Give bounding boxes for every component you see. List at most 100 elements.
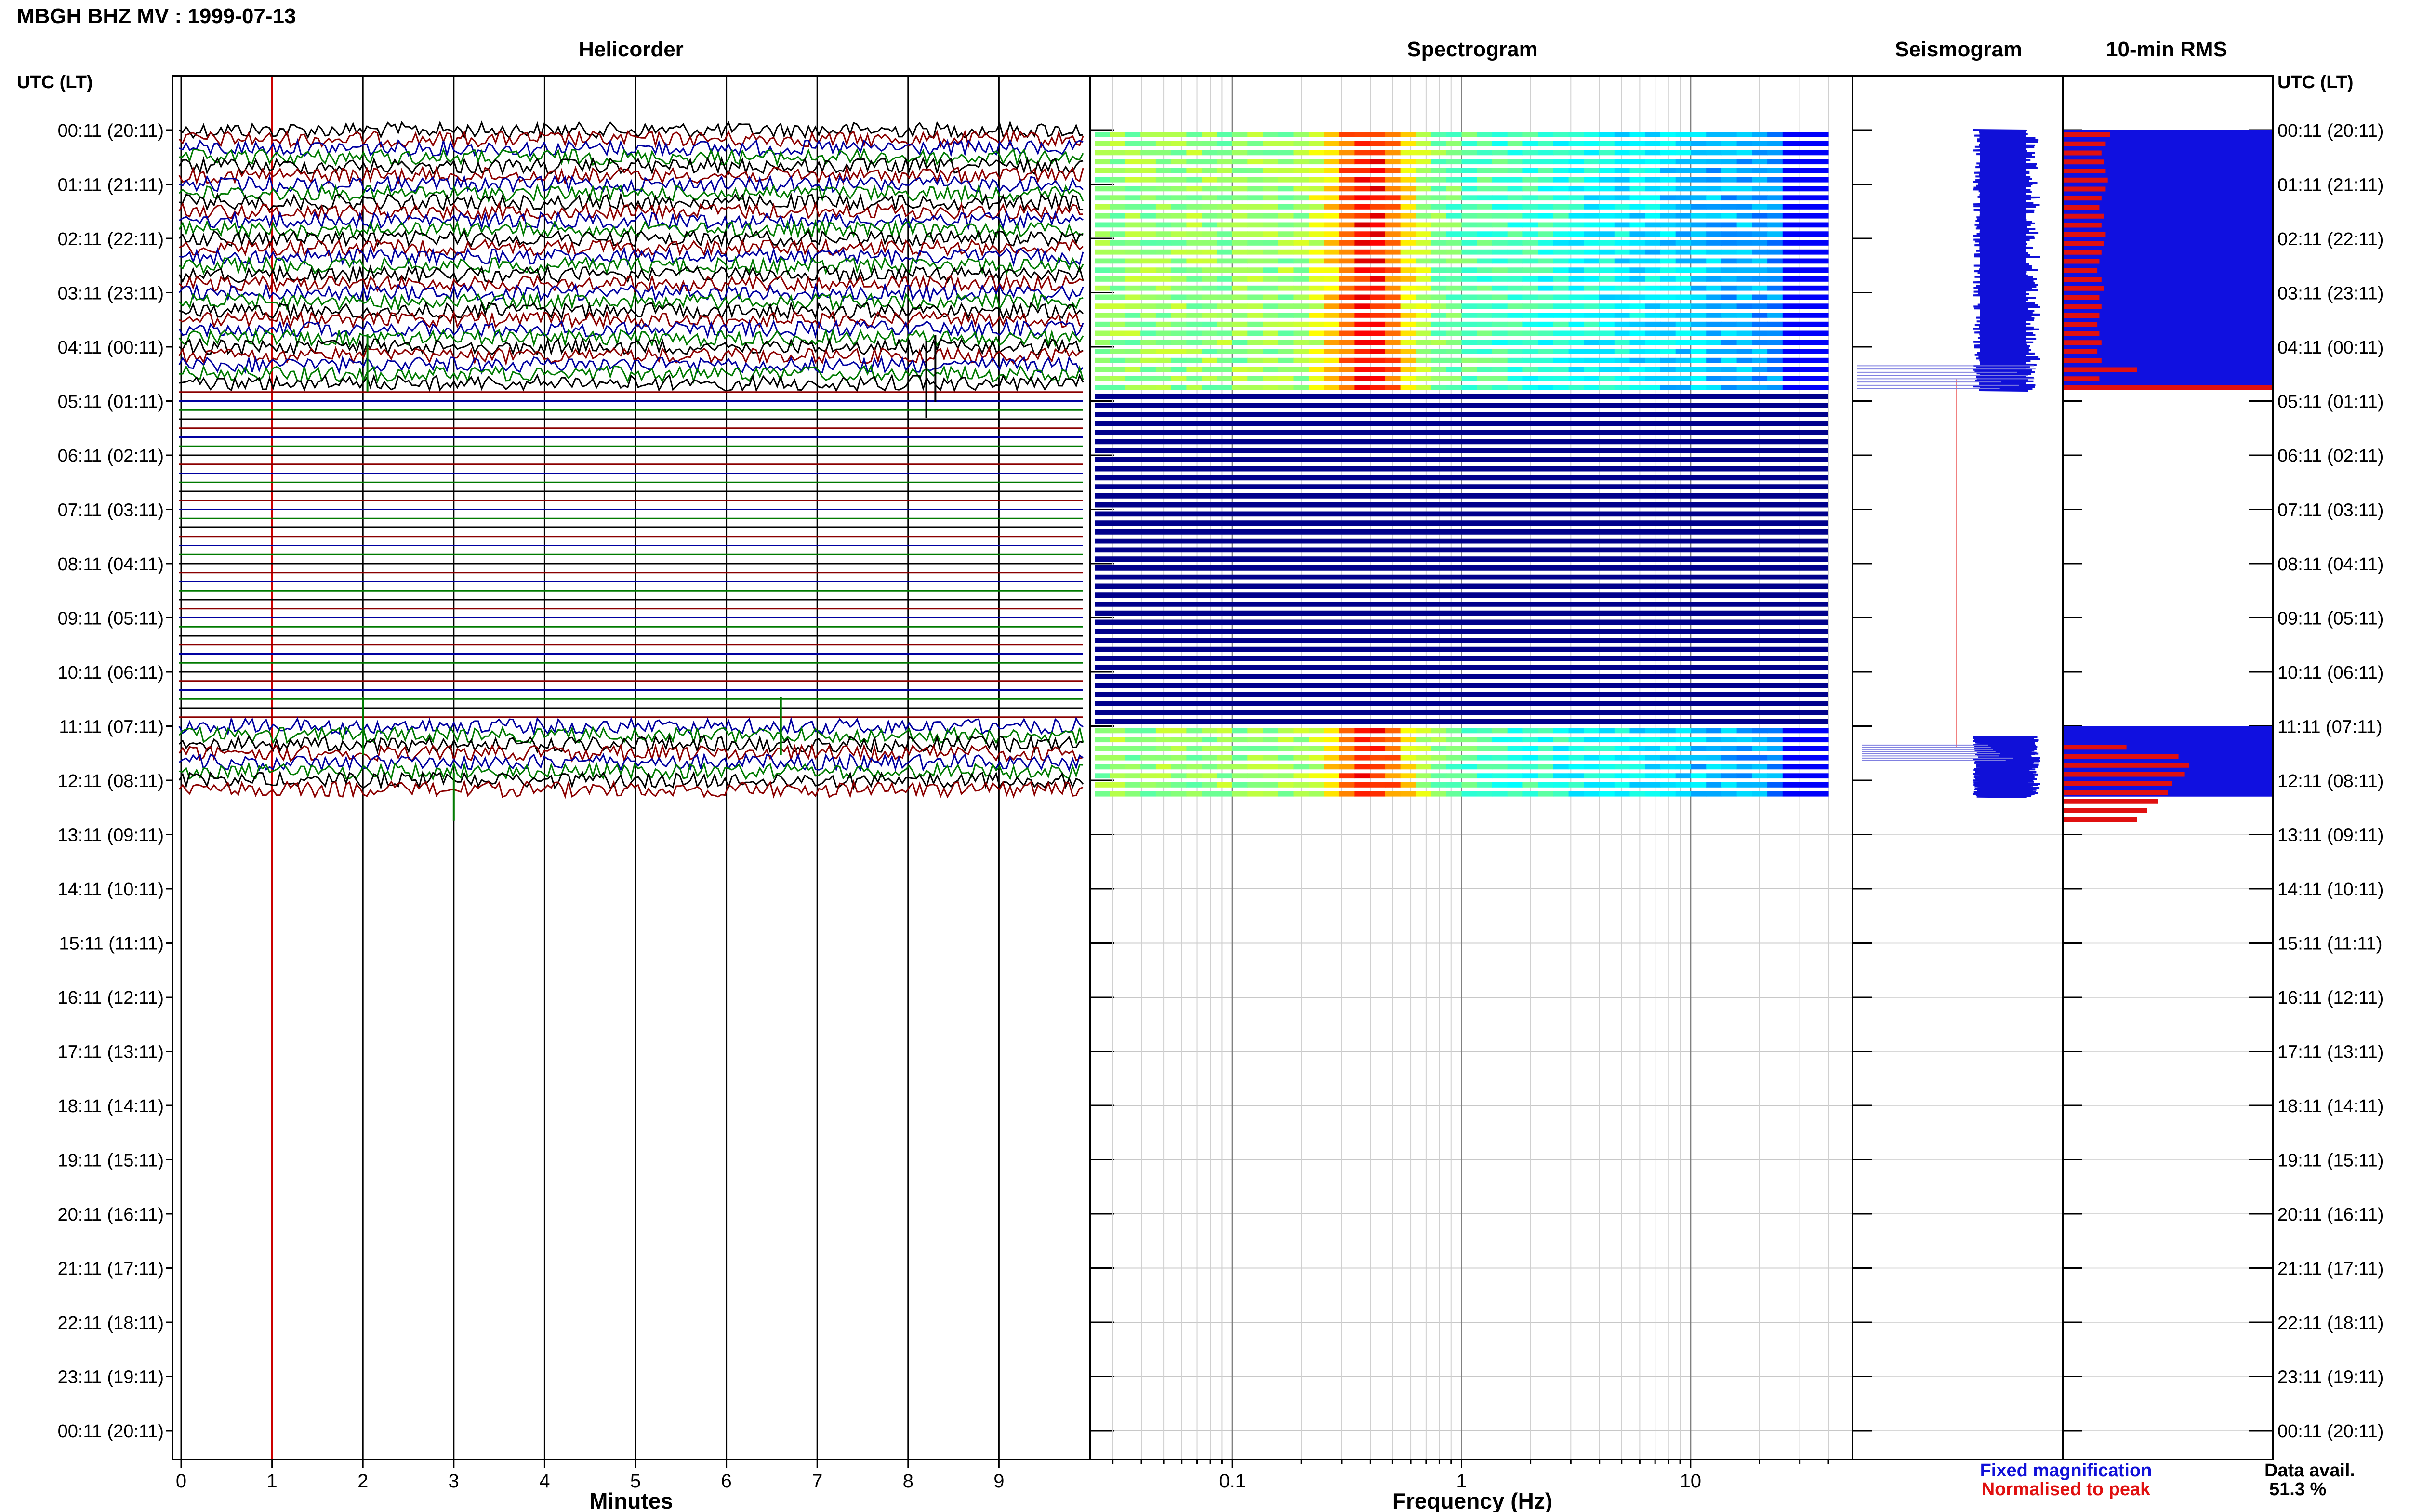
spectrogram-cell	[1752, 240, 1768, 246]
spectrogram-cell	[1736, 773, 1752, 779]
spectrogram-cell	[1309, 728, 1324, 734]
spectrogram-cell	[1675, 782, 1691, 788]
spectrogram-cell	[1293, 755, 1309, 761]
spectrogram-cell	[1507, 213, 1523, 219]
spectrogram-cell	[1354, 303, 1370, 309]
spectrogram-cell	[1110, 367, 1125, 372]
spectrogram-cell	[1798, 276, 1813, 282]
spectrogram-cell	[1186, 349, 1202, 354]
spectrogram-cell	[1477, 764, 1493, 770]
spectrogram-cell	[1645, 321, 1661, 327]
spectrogram-cell	[1400, 321, 1416, 327]
spectrogram-cell	[1599, 195, 1615, 201]
spectrogram-cell	[1798, 177, 1813, 183]
spectrogram-cell	[1645, 330, 1661, 336]
spectrogram-cell	[1171, 204, 1187, 210]
spectrogram-cell	[1721, 249, 1737, 255]
spectrogram-cell	[1339, 159, 1355, 165]
spectrogram-cell	[1507, 349, 1523, 354]
spectrogram-cell	[1599, 132, 1615, 137]
spectrogram-cell	[1339, 276, 1355, 282]
spectrogram-cell	[1354, 376, 1370, 381]
frequency-tick-label: 10	[1680, 1471, 1702, 1492]
spectrogram-cell	[1416, 367, 1431, 372]
spectrogram-cell	[1813, 213, 1829, 219]
spectrogram-cell	[1675, 303, 1691, 309]
spectrogram-cell	[1691, 231, 1707, 237]
spectrogram-cell	[1263, 231, 1279, 237]
spectrogram-cell	[1706, 276, 1722, 282]
spectrogram-cell	[1232, 385, 1248, 390]
spectrogram-cell	[1675, 321, 1691, 327]
spectrogram-cell	[1155, 132, 1172, 137]
spectrogram-cell	[1125, 177, 1141, 183]
spectrogram-cell	[1507, 240, 1523, 246]
spectrogram-cell	[1706, 168, 1722, 173]
spectrogram-cell	[1782, 204, 1799, 210]
spectrogram-cell	[1813, 267, 1829, 273]
spectrogram-cell	[1599, 367, 1615, 372]
spectrogram-cell	[1798, 240, 1813, 246]
spectrogram-cell	[1507, 330, 1523, 336]
spectrogram-cell	[1767, 294, 1783, 300]
time-label-left: 08:11 (04:11)	[58, 554, 164, 575]
spectrogram-cell	[1691, 249, 1707, 255]
minute-tick-label: 1	[266, 1471, 277, 1492]
spectrogram-cell	[1507, 737, 1523, 743]
spectrogram-cell	[1110, 385, 1125, 390]
time-labels: 00:11 (20:11) 00:11 (20:11)01:11 (21:11) 0…	[58, 121, 2384, 1442]
spectrogram-cell	[1752, 773, 1768, 779]
spectrogram-cell	[1752, 186, 1768, 192]
spectrogram-cell	[1293, 728, 1309, 734]
spectrogram-cell	[1125, 204, 1141, 210]
spectrogram-cell	[1614, 321, 1630, 327]
spectrogram-cell	[1736, 791, 1752, 797]
spectrogram-cell	[1522, 330, 1538, 336]
spectrogram-cell	[1095, 276, 1111, 282]
spectrogram-cell	[1522, 303, 1538, 309]
spectrogram-cell	[1706, 349, 1722, 354]
spectrogram-cell	[1263, 186, 1279, 192]
spectrogram-cell	[1354, 168, 1370, 173]
spectrogram-cell	[1691, 240, 1707, 246]
spectrogram-cell	[1095, 186, 1111, 192]
spectrogram-cell	[1538, 258, 1554, 264]
spectrogram-cell	[1171, 755, 1187, 761]
spectrogram-cell	[1232, 330, 1248, 336]
spectrogram-cell	[1675, 728, 1691, 734]
spectrogram-cell	[1599, 746, 1615, 751]
spectrogram-cell	[1324, 258, 1340, 264]
spectrogram-cell	[1186, 764, 1202, 770]
spectrogram-cell	[1446, 186, 1462, 192]
spectrogram-cell	[1416, 782, 1431, 788]
spectrogram-cell	[1675, 755, 1691, 761]
time-label-right: 20:11 (16:11)	[2277, 1205, 2383, 1225]
spectrogram-cell	[1522, 349, 1538, 354]
spectrogram-cell	[1660, 728, 1676, 734]
spectrogram-cell	[1798, 728, 1813, 734]
spectrogram-cell	[1553, 755, 1569, 761]
rms-bar	[2064, 150, 2102, 156]
spectrogram-cell	[1599, 782, 1615, 788]
spectrogram-cell	[1706, 186, 1722, 192]
spectrogram-cell	[1202, 195, 1218, 201]
spectrogram-cell	[1629, 258, 1645, 264]
spectrogram-cell	[1736, 231, 1752, 237]
spectrogram-cell	[1095, 728, 1111, 734]
spectrogram-cell	[1522, 285, 1538, 291]
spectrogram-cell	[1706, 231, 1722, 237]
spectrogram-cell	[1538, 240, 1554, 246]
spectrogram-cell	[1354, 349, 1370, 354]
spectrogram-cell	[1584, 773, 1600, 779]
time-label-right: 07:11 (03:11)	[2277, 500, 2383, 521]
spectrogram-cell	[1416, 728, 1431, 734]
spectrogram-cell	[1202, 367, 1218, 372]
spectrogram-cell	[1110, 159, 1125, 165]
spectrogram-cell	[1553, 737, 1569, 743]
spectrogram-cell	[1568, 746, 1584, 751]
spectrogram-cell	[1416, 285, 1431, 291]
spectrogram-cell	[1584, 213, 1600, 219]
spectrogram-cell	[1629, 168, 1645, 173]
spectrogram-cell	[1767, 385, 1783, 390]
spectrogram-cell	[1095, 168, 1111, 173]
